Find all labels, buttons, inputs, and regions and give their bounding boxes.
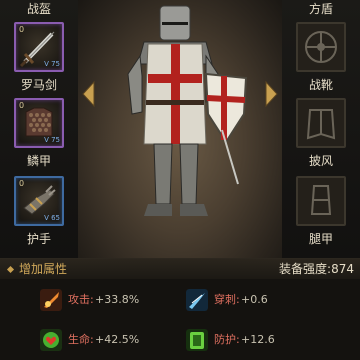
- greaves-slot[interactable]: [296, 176, 346, 226]
- stat-attack: 攻击: +33.8%: [40, 289, 180, 311]
- shield-label: 方盾: [308, 2, 333, 16]
- attributes-title: 增加属性: [19, 262, 68, 276]
- scale-armor-label: 鳞甲: [26, 154, 51, 168]
- right-equipment-column: 方盾 战靴 披风 腿甲: [282, 0, 360, 258]
- equipment-screen: 战盔 0 V 75 罗马剑 0 V 75 鳞甲 0 V 65 护手 方盾 战靴 …: [0, 0, 360, 360]
- attack-icon: [40, 289, 62, 311]
- boots-slot[interactable]: [296, 22, 346, 72]
- gauntlet-label: 护手: [26, 232, 51, 246]
- gauntlet-slot[interactable]: 0 V 65: [14, 176, 64, 226]
- attributes-header: 增加属性 装备强度:874: [0, 259, 360, 279]
- left-equipment-column: 战盔 0 V 75 罗马剑 0 V 75 鳞甲 0 V 65 护手: [0, 0, 78, 258]
- next-arrow-icon[interactable]: [264, 80, 280, 108]
- stat-pierce: 穿刺: +0.6: [186, 289, 326, 311]
- cloak-slot[interactable]: [296, 98, 346, 148]
- life-icon: [40, 329, 62, 351]
- stat-life: 生命: +42.5%: [40, 329, 180, 351]
- sword-slot[interactable]: 0 V 75: [14, 22, 64, 72]
- attributes-panel: 增加属性 装备强度:874 攻击: +33.8% 穿刺: +0.6 生命: +4…: [0, 258, 360, 360]
- greaves-label: 腿甲: [308, 232, 333, 246]
- pierce-icon: [186, 289, 208, 311]
- defense-icon: [186, 329, 208, 351]
- crusader-knight-figure: [127, 5, 248, 216]
- boots-label: 战靴: [308, 78, 333, 92]
- boots-icon: [305, 31, 337, 63]
- greaves-icon: [310, 185, 332, 215]
- stat-defense: 防护: +12.6: [186, 329, 326, 351]
- diamond-bullet-icon: [6, 265, 15, 274]
- cloak-icon: [306, 109, 336, 140]
- cloak-label: 披风: [308, 154, 333, 168]
- scale-armor-slot[interactable]: 0 V 75: [14, 98, 64, 148]
- sword-label: 罗马剑: [20, 78, 57, 92]
- helmet-label: 战盔: [26, 2, 51, 16]
- previous-arrow-icon[interactable]: [80, 80, 96, 108]
- equipment-power: 装备强度:874: [279, 262, 354, 276]
